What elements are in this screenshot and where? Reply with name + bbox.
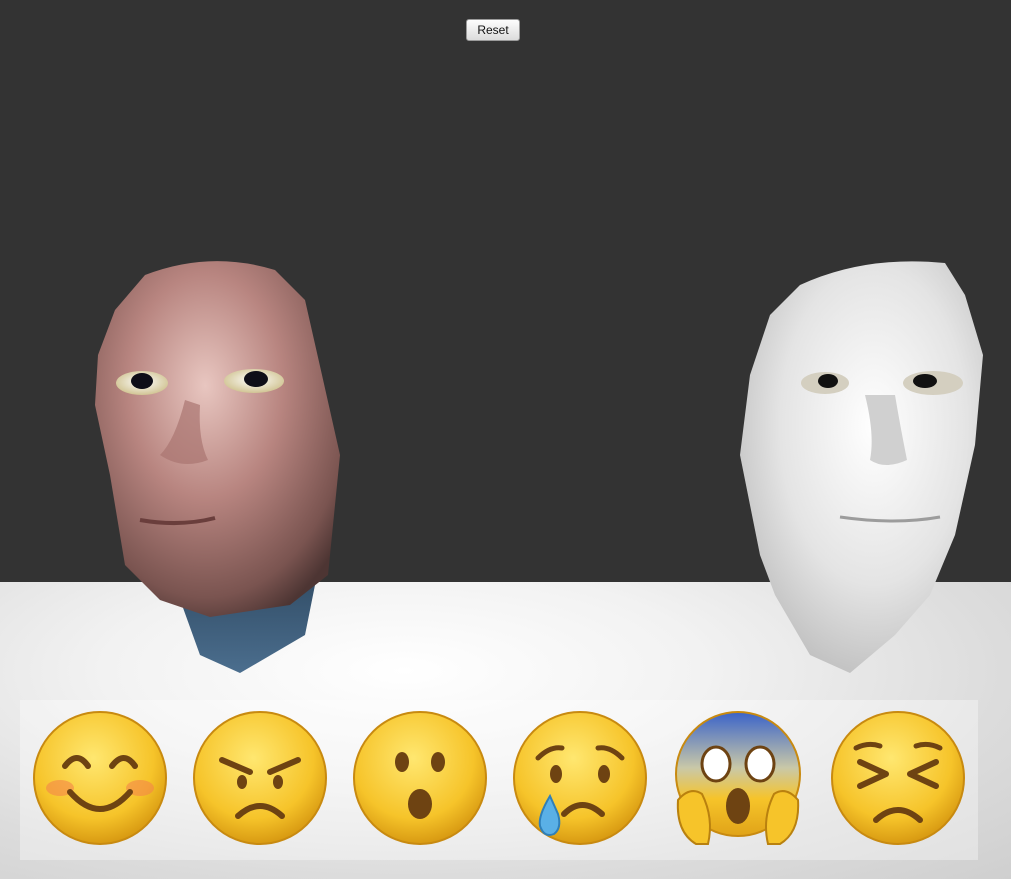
emotion-button-fear[interactable] [668,708,808,848]
untextured-face-model[interactable] [735,255,990,675]
crying-face-icon [513,711,647,845]
screaming-in-fear-face-icon [675,711,801,845]
textured-face-model[interactable] [90,255,350,675]
emotion-button-angry[interactable] [190,708,330,848]
reset-button[interactable]: Reset [466,19,520,41]
persevering-face-icon [831,711,965,845]
emotion-button-disgusted[interactable] [828,708,968,848]
angry-face-icon [193,711,327,845]
emotion-button-surprised[interactable] [350,708,490,848]
smiling-face-icon [33,711,167,845]
surprised-face-icon [353,711,487,845]
emotion-button-crying[interactable] [510,708,650,848]
emotion-button-smile[interactable] [30,708,170,848]
